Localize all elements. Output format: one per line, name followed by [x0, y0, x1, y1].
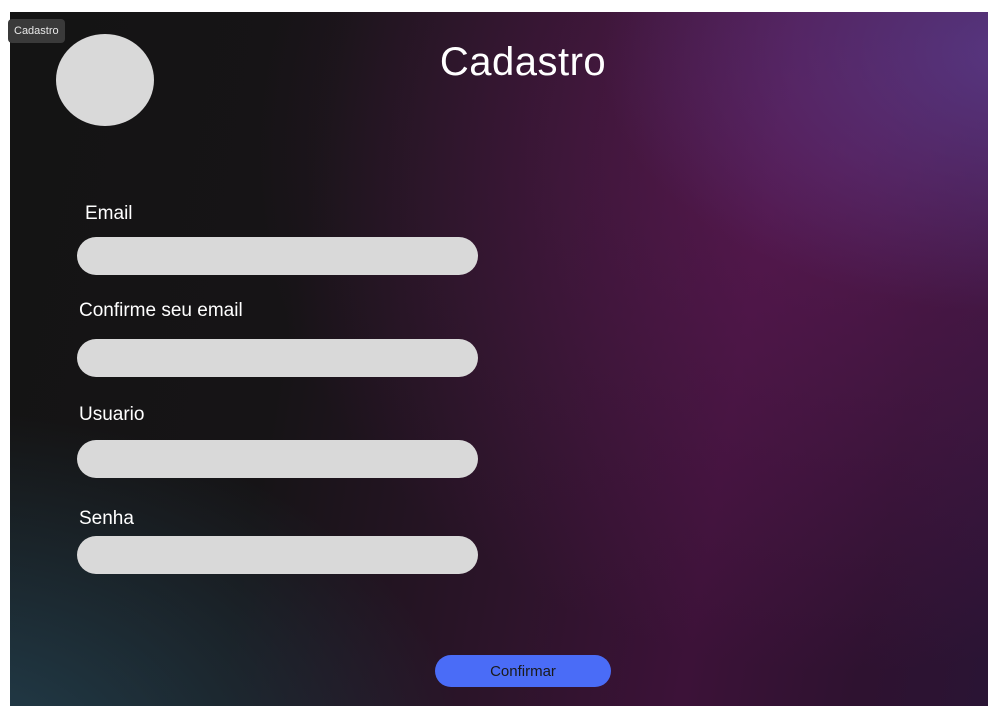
page-title: Cadastro: [439, 40, 607, 84]
password-label: Senha: [79, 508, 134, 529]
signup-screen: Cadastro Email Confirme seu email Usuari…: [10, 12, 988, 706]
username-field[interactable]: [77, 440, 478, 478]
email-field[interactable]: [77, 237, 478, 275]
confirm-email-label: Confirme seu email: [79, 300, 243, 321]
username-label: Usuario: [79, 404, 145, 425]
confirm-button[interactable]: Confirmar: [435, 655, 611, 687]
password-field[interactable]: [77, 536, 478, 574]
window-title-tag: Cadastro: [8, 19, 65, 43]
confirm-email-field[interactable]: [77, 339, 478, 377]
email-label: Email: [85, 203, 133, 224]
